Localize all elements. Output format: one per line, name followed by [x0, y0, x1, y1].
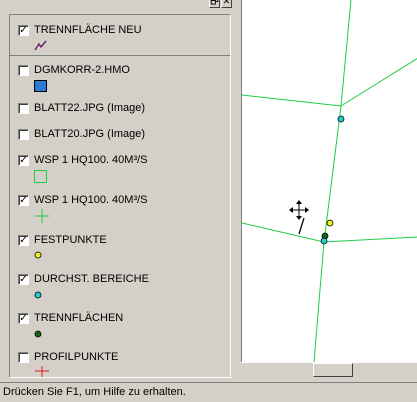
boundary-line — [340, 0, 352, 107]
status-text: Drücken Sie F1, um Hilfe zu erhalten. — [3, 386, 186, 398]
red-cross-icon — [35, 366, 49, 377]
layer-label: FESTPUNKTE — [34, 234, 107, 246]
cyan-dot-icon — [34, 291, 42, 299]
map-canvas[interactable] — [242, 0, 417, 362]
restore-icon[interactable]: 🗗 — [209, 0, 220, 8]
move-cursor-icon — [289, 200, 309, 220]
separator — [10, 55, 230, 56]
boundary-line — [323, 236, 417, 243]
panel-title-bar: 🗗 ✕ — [0, 0, 241, 10]
cursor-tail — [298, 217, 305, 235]
boundary-line — [242, 222, 325, 243]
status-bar: Drücken Sie F1, um Hilfe zu erhalten. — [0, 382, 417, 402]
layer-checkbox[interactable]: ✓ — [18, 155, 29, 166]
layer-checkbox[interactable]: ✓ — [18, 274, 29, 285]
map-point-yellow[interactable] — [326, 219, 334, 227]
boundary-line — [340, 58, 417, 107]
green-cross-icon — [35, 209, 49, 223]
layer-label: TRENNFLÄCHEN — [34, 312, 124, 324]
close-icon[interactable]: ✕ — [221, 0, 232, 8]
layer-checkbox[interactable]: ✓ — [18, 235, 29, 246]
scroll-down-icon[interactable]: ▼ — [228, 376, 231, 378]
scroll-up-icon[interactable]: ⇧ — [228, 363, 230, 372]
layer-checkbox[interactable] — [18, 129, 29, 140]
layer-checkbox[interactable]: ✓ — [18, 195, 29, 206]
layer-checkbox[interactable] — [18, 103, 29, 114]
boundary-line — [313, 241, 325, 362]
layer-label: BLATT20.JPG (Image) — [34, 128, 146, 140]
boundary-line — [242, 94, 342, 107]
map-point-cyan[interactable] — [320, 237, 328, 245]
layer-label: BLATT22.JPG (Image) — [34, 102, 146, 114]
legend-panel: 🗗 ✕ ✓ TRENNFLÄCHE NEU DGMKORR-2.HMO BLAT… — [0, 0, 241, 382]
map-view[interactable] — [241, 0, 417, 362]
horizontal-scrollbar[interactable] — [241, 362, 417, 379]
layer-checkbox[interactable] — [18, 352, 29, 363]
layer-checkbox[interactable]: ✓ — [18, 313, 29, 324]
purple-line-icon — [34, 40, 47, 51]
map-point-cyan[interactable] — [337, 115, 345, 123]
layer-label: PROFILPUNKTE — [34, 351, 119, 363]
layer-label: DURCHST. BEREICHE — [34, 273, 149, 285]
layer-list: ✓ TRENNFLÄCHE NEU DGMKORR-2.HMO BLATT22.… — [9, 14, 231, 378]
layer-label: WSP 1 HQ100. 40M³/S — [34, 154, 148, 166]
darkgreen-dot-icon — [34, 330, 42, 338]
green-square-outline-icon — [34, 170, 47, 183]
layer-label: DGMKORR-2.HMO — [34, 64, 130, 76]
layer-checkbox[interactable]: ✓ — [18, 25, 29, 36]
layer-label: TRENNFLÄCHE NEU — [34, 24, 142, 36]
layer-label: WSP 1 HQ100. 40M³/S — [34, 194, 148, 206]
layer-checkbox[interactable] — [18, 65, 29, 76]
scrollbar-thumb[interactable] — [313, 363, 353, 377]
boundary-lines — [242, 0, 417, 362]
yellow-dot-icon — [34, 251, 42, 259]
blue-square-icon — [34, 80, 47, 92]
